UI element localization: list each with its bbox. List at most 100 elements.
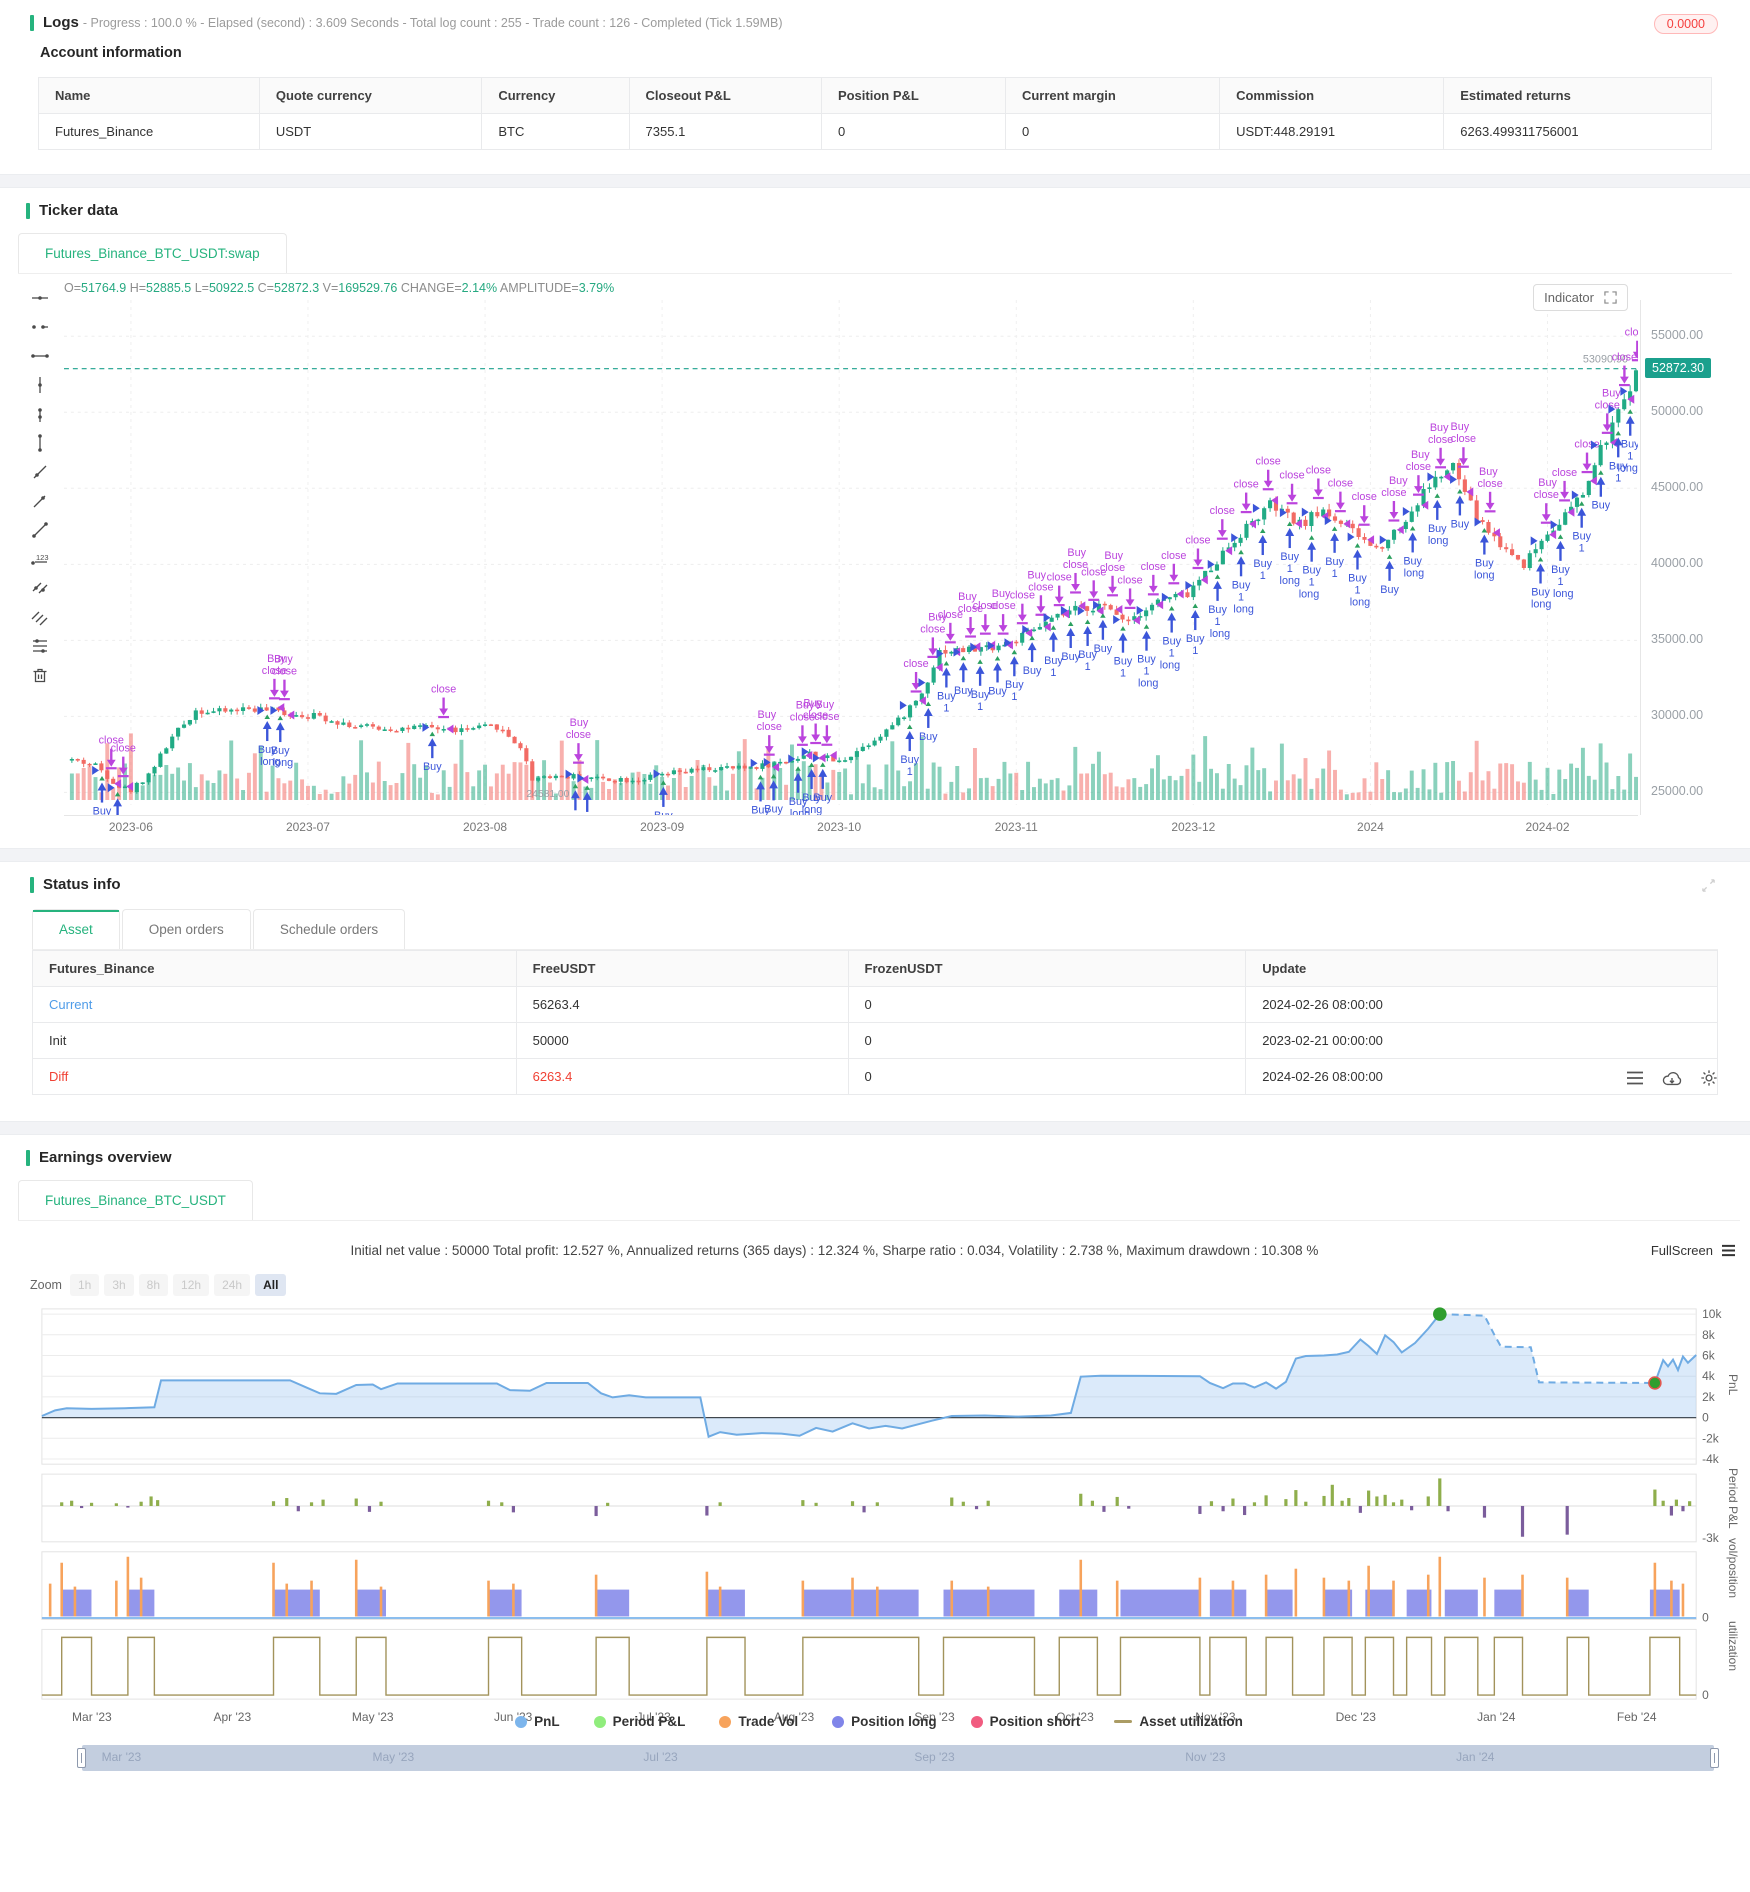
svg-text:Buy: Buy bbox=[813, 792, 832, 804]
table-row: Futures_Binance USDT BTC 7355.1 0 0 USDT:448.2… bbox=[38, 113, 1712, 150]
vertical-ray-icon[interactable] bbox=[30, 404, 50, 424]
column-header: Estimated returns bbox=[1443, 77, 1712, 114]
table-cell: 56263.4 bbox=[515, 986, 849, 1023]
y-tick-label: 50000.00 bbox=[1651, 404, 1704, 419]
multi-line-icon[interactable] bbox=[30, 607, 50, 627]
panel-axis-title: PnL bbox=[1726, 1374, 1740, 1396]
svg-text:close: close bbox=[111, 743, 136, 755]
navigator-right-handle[interactable] bbox=[1710, 1748, 1719, 1768]
svg-text:-4k: -4k bbox=[1702, 1452, 1719, 1466]
column-header: Currency bbox=[481, 77, 630, 114]
buy-marker: Buy1long bbox=[1280, 508, 1300, 587]
gear-icon[interactable] bbox=[1700, 1069, 1718, 1087]
legend-item-position-short[interactable]: Position short bbox=[970, 1714, 1080, 1729]
fib-levels-icon[interactable] bbox=[30, 636, 50, 656]
status-toolbar-icons bbox=[1626, 1069, 1718, 1087]
trend-line-icon[interactable] bbox=[30, 520, 50, 540]
legend-item-asset-utilization[interactable]: Asset utilization bbox=[1114, 1714, 1243, 1729]
svg-text:Buy: Buy bbox=[1302, 565, 1321, 577]
arrow-line-icon[interactable] bbox=[30, 491, 50, 511]
zoom-button-24h[interactable]: 24h bbox=[214, 1274, 251, 1296]
candlestick-chart[interactable]: 123 O=51764.9 H=52885.5 L=50922.5 C=5287… bbox=[20, 274, 1730, 840]
x-tick-label: 2023-07 bbox=[285, 820, 330, 834]
zoom-button-3h[interactable]: 3h bbox=[104, 1274, 134, 1296]
legend-dot-swatch bbox=[719, 1715, 732, 1728]
zoom-button-1h[interactable]: 1h bbox=[69, 1274, 100, 1296]
logs-section: Logs - Progress : 100.0 % - Elapsed (sec… bbox=[0, 0, 1750, 174]
trend-segment-icon[interactable] bbox=[30, 346, 50, 366]
svg-text:Buy: Buy bbox=[1094, 643, 1113, 655]
horizontal-ray-icon[interactable] bbox=[30, 317, 50, 337]
table-cell: Init bbox=[32, 1022, 517, 1059]
svg-text:close: close bbox=[1256, 456, 1281, 468]
status-tabs: Asset Open orders Schedule orders bbox=[32, 909, 1718, 950]
svg-text:close: close bbox=[1328, 478, 1353, 490]
candlestick-plot[interactable]: 53090.9024581.00closeclosecloseBuycloseB… bbox=[64, 300, 1638, 815]
status-tab-asset[interactable]: Asset bbox=[32, 909, 120, 949]
earnings-plot[interactable]: 10k 8k 6k 4k 2k 0 -2k -4k -3k 0 0 bbox=[18, 1300, 1740, 1708]
sell-marker: close bbox=[1256, 456, 1281, 505]
ticker-data-title: Ticker data bbox=[39, 202, 118, 219]
earnings-overview-section: Earnings overview Futures_Binance_BTC_US… bbox=[0, 1135, 1750, 1791]
svg-text:close: close bbox=[1047, 572, 1072, 584]
status-tab-schedule-orders[interactable]: Schedule orders bbox=[252, 909, 406, 949]
price-note-icon[interactable]: 123 bbox=[30, 549, 50, 569]
zoom-button-8h[interactable]: 8h bbox=[138, 1274, 169, 1296]
table-row: Init 50000 0 2023-02-21 00:00:00 bbox=[32, 1022, 1718, 1059]
legend-dot-swatch bbox=[970, 1715, 983, 1728]
cloud-download-icon[interactable] bbox=[1662, 1070, 1682, 1087]
zoom-button-12h[interactable]: 12h bbox=[173, 1274, 210, 1296]
ticker-data-section: Ticker data Futures_Binance_BTC_USDT:swa… bbox=[0, 188, 1750, 848]
legend-item-pnl[interactable]: PnL bbox=[515, 1714, 560, 1729]
buy-marker: Buy1long bbox=[1347, 532, 1370, 609]
ohlc-part: O=51764.9 bbox=[64, 281, 127, 295]
svg-text:1: 1 bbox=[943, 702, 949, 714]
svg-text:close: close bbox=[990, 600, 1015, 612]
legend-item-position-long[interactable]: Position long bbox=[832, 1714, 937, 1729]
svg-text:1: 1 bbox=[1354, 584, 1360, 596]
column-header: FreeUSDT bbox=[515, 950, 849, 987]
buy-marker: Buy1 bbox=[1077, 606, 1097, 673]
vertical-segment-icon[interactable] bbox=[30, 433, 50, 453]
section-divider bbox=[0, 848, 1750, 862]
legend-item-period-p-l[interactable]: Period P&L bbox=[593, 1714, 686, 1729]
tab-futures-binance-btc-usdt[interactable]: Futures_Binance_BTC_USDT bbox=[18, 1180, 253, 1220]
svg-text:Buy: Buy bbox=[1389, 475, 1408, 487]
table-cell: 0 bbox=[847, 1022, 1247, 1059]
vertical-line-icon[interactable] bbox=[30, 375, 50, 395]
svg-text:1: 1 bbox=[1579, 543, 1585, 555]
svg-text:close: close bbox=[431, 683, 456, 695]
legend-item-trade-vol[interactable]: Trade Vol bbox=[719, 1714, 798, 1729]
collapse-icon[interactable] bbox=[1701, 878, 1716, 893]
parallel-channel-icon[interactable] bbox=[30, 578, 50, 598]
navigator-left-handle[interactable] bbox=[77, 1748, 86, 1768]
svg-text:Buy: Buy bbox=[1572, 531, 1591, 543]
sell-marker: close bbox=[1185, 534, 1211, 585]
delete-icon[interactable] bbox=[30, 665, 50, 685]
menu-icon[interactable] bbox=[1626, 1070, 1644, 1086]
svg-text:Buy: Buy bbox=[1621, 439, 1638, 451]
legend-line-swatch bbox=[1114, 1720, 1133, 1723]
last-price-tag: 52872.30 bbox=[1645, 357, 1712, 378]
zoom-button-all[interactable]: All bbox=[255, 1274, 287, 1296]
svg-text:long: long bbox=[802, 804, 822, 815]
indicator-button[interactable]: Indicator bbox=[1533, 284, 1628, 311]
status-badge: 0.0000 bbox=[1653, 14, 1718, 34]
section-accent-bar bbox=[30, 876, 34, 893]
status-info-section: Status info Asset Open orders Schedule ord… bbox=[0, 862, 1750, 1121]
tab-futures-binance-btc-usdt-swap[interactable]: Futures_Binance_BTC_USDT:swap bbox=[18, 233, 287, 273]
svg-text:Buy: Buy bbox=[1067, 547, 1086, 559]
range-navigator[interactable]: Mar '23 May '23 Jul '23 Sep '23 Nov '23 Jan '… bbox=[77, 1745, 1719, 1771]
section-divider bbox=[0, 1121, 1750, 1135]
svg-text:1: 1 bbox=[1557, 576, 1563, 588]
status-tab-open-orders[interactable]: Open orders bbox=[121, 909, 251, 949]
horizontal-line-icon[interactable] bbox=[30, 288, 50, 308]
svg-text:Buy: Buy bbox=[1451, 421, 1470, 433]
navigator-label: Mar '23 bbox=[101, 1750, 142, 1764]
legend-label: Period P&L bbox=[612, 1714, 686, 1729]
earnings-chart[interactable]: 10k 8k 6k 4k 2k 0 -2k -4k -3k 0 0 PnL Period P&L vol… bbox=[18, 1300, 1740, 1708]
ohlc-info-line: O=51764.9 H=52885.5 L=50922.5 C=52872.3 … bbox=[64, 274, 1638, 300]
ray-line-icon[interactable] bbox=[30, 462, 50, 482]
fullscreen-button[interactable]: FullScreen bbox=[1651, 1243, 1740, 1258]
section-accent-bar bbox=[26, 1149, 30, 1166]
